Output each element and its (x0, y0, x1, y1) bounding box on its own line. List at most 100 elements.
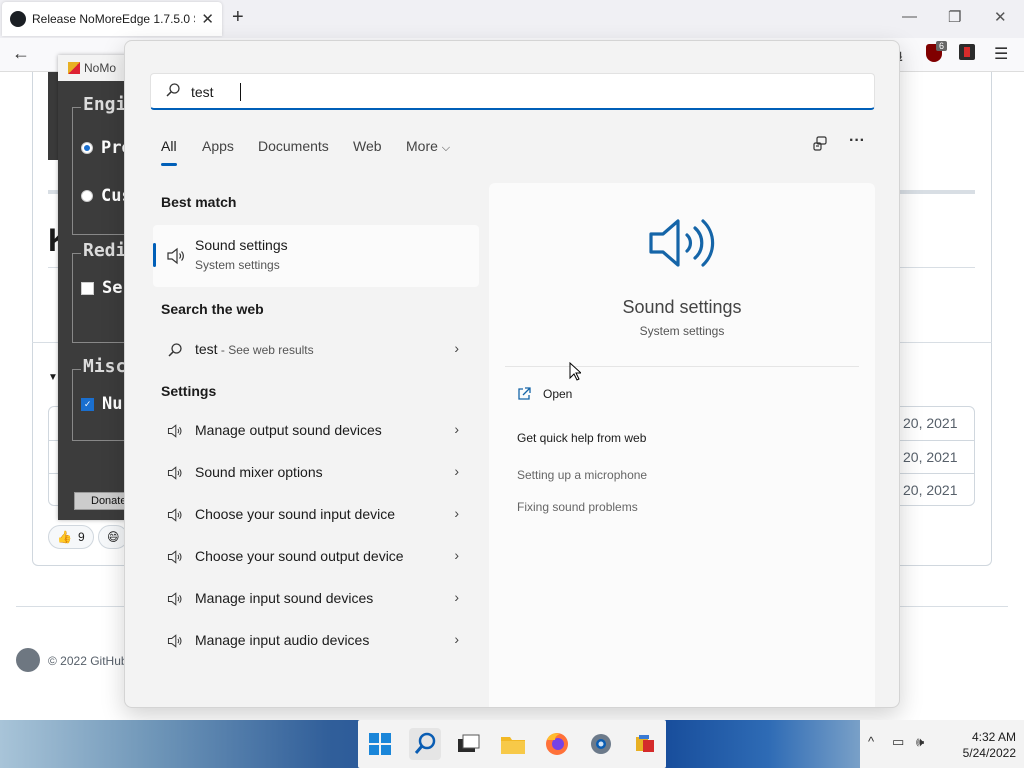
nomoreedge-icon (636, 735, 654, 752)
settings-result-item[interactable]: Manage output sound devices › (153, 411, 479, 451)
tab-all[interactable]: All (161, 138, 177, 154)
active-tab-indicator (161, 163, 177, 166)
settings-heading: Settings (161, 383, 217, 399)
settings-icon (591, 734, 611, 754)
detail-subtitle: System settings (639, 324, 725, 338)
settings-result-label: Sound mixer options (195, 464, 323, 480)
settings-result-item[interactable]: Manage input sound devices › (153, 579, 479, 619)
show-hidden-icons-button[interactable]: ^ (868, 734, 874, 749)
search-input[interactable] (191, 80, 851, 104)
footer-copyright: © 2022 GitHub (48, 654, 128, 668)
volume-icon[interactable]: 🕪 (916, 734, 924, 750)
settings-result-item[interactable]: Choose your sound output device › (153, 537, 479, 577)
settings-result-label: Choose your sound output device (195, 548, 404, 564)
menu-icon[interactable]: ☰ (994, 44, 1008, 64)
speaker-icon (167, 592, 182, 606)
chevron-right-icon: › (454, 505, 459, 521)
group-title: Engi (81, 94, 129, 115)
minimize-button[interactable]: — (902, 8, 917, 25)
chevron-down-icon: ⌵ (441, 142, 451, 154)
chevron-right-icon: › (454, 421, 459, 437)
search-icon (166, 83, 180, 97)
best-match-item[interactable]: Sound settings System settings (153, 225, 479, 287)
text-cursor (240, 83, 241, 101)
asset-date: 20, 2021 (903, 449, 958, 465)
file-explorer-button[interactable] (497, 728, 529, 760)
web-search-result[interactable]: test - See web results › (153, 330, 479, 370)
browser-tab[interactable]: Release NoMoreEdge 1.7.5.0 Si ✕ (2, 2, 222, 36)
chevron-right-icon: › (454, 547, 459, 563)
settings-result-label: Manage input sound devices (195, 590, 374, 606)
chevron-right-icon: › (454, 340, 459, 356)
help-link[interactable]: Fixing sound problems (517, 500, 638, 514)
ublock-badge: 6 (936, 41, 948, 51)
settings-button[interactable] (585, 728, 617, 760)
back-button[interactable]: ← (12, 43, 30, 64)
search-taskbar-button[interactable] (409, 728, 441, 760)
help-link[interactable]: Setting up a microphone (517, 468, 647, 482)
asset-date: 20, 2021 (903, 415, 958, 431)
speaker-icon (167, 424, 182, 438)
open-label: Open (543, 387, 573, 401)
extension-icon[interactable] (959, 44, 975, 60)
network-icon[interactable]: ▭ (892, 734, 904, 750)
option-label: Se (102, 278, 123, 298)
tab-web[interactable]: Web (353, 138, 382, 154)
redirect-checkbox[interactable]: Se (81, 278, 122, 298)
web-result-suffix: - See web results (217, 343, 314, 357)
search-web-heading: Search the web (161, 301, 264, 317)
tab-apps[interactable]: Apps (202, 138, 234, 154)
best-match-subtitle: System settings (195, 258, 280, 272)
quick-help-heading: Get quick help from web (517, 431, 647, 445)
speaker-icon (167, 550, 182, 564)
search-box[interactable] (150, 73, 875, 110)
radio-icon[interactable] (81, 190, 93, 202)
chevron-right-icon: › (454, 463, 459, 479)
detail-title: Sound settings (622, 297, 742, 317)
tab-close-icon[interactable]: ✕ (201, 10, 214, 28)
github-favicon-icon (10, 11, 26, 27)
settings-result-item[interactable]: Sound mixer options › (153, 453, 479, 493)
settings-result-item[interactable]: Manage input audio devices › (153, 621, 479, 661)
misc-checkbox[interactable]: ✓ Nu (81, 394, 122, 414)
firefox-icon (546, 733, 568, 755)
best-match-heading: Best match (161, 194, 237, 210)
assets-toggle-icon[interactable]: ▼ (48, 372, 58, 383)
search-history-icon[interactable] (809, 135, 831, 157)
nomoreedge-title: NoMo (84, 61, 117, 75)
new-tab-button[interactable]: + (232, 6, 244, 29)
nomoreedge-taskbar-button[interactable] (629, 728, 661, 760)
more-options-icon[interactable]: ··· (846, 132, 868, 154)
speaker-icon (167, 508, 182, 522)
close-window-button[interactable]: ✕ (994, 8, 1007, 26)
settings-result-label: Manage input audio devices (195, 632, 370, 648)
start-button[interactable] (364, 728, 396, 760)
nomoreedge-app-icon (68, 62, 80, 74)
tab-more[interactable]: More ⌵ (406, 138, 450, 155)
result-detail-pane: Sound settings System settings Open Get … (489, 183, 875, 707)
speaker-icon (167, 466, 182, 480)
mouse-pointer-icon (569, 362, 581, 381)
search-icon (168, 343, 182, 357)
detail-divider (505, 366, 859, 367)
checkbox-checked-icon[interactable]: ✓ (81, 397, 94, 411)
speaker-icon (167, 634, 182, 648)
task-view-icon (458, 734, 480, 752)
settings-result-item[interactable]: Choose your sound input device › (153, 495, 479, 535)
task-view-button[interactable] (452, 728, 484, 760)
settings-result-label: Choose your sound input device (195, 506, 396, 522)
firefox-button[interactable] (541, 728, 573, 760)
chevron-right-icon: › (454, 631, 459, 647)
tab-documents[interactable]: Documents (258, 138, 329, 154)
group-title: Redi (81, 240, 129, 261)
checkbox-icon[interactable] (81, 281, 94, 295)
radio-checked-icon[interactable] (81, 142, 93, 154)
clock-time: 4:32 AM (971, 730, 1016, 744)
reaction-thumbs-up[interactable]: 👍 9 (48, 525, 94, 549)
restore-button[interactable]: ❐ (948, 8, 961, 26)
thumbs-up-icon: 👍 (57, 530, 72, 544)
clock[interactable]: 4:32 AM 5/24/2022 (946, 729, 1016, 761)
open-action[interactable]: Open (517, 387, 572, 401)
taskbar: ^ ▭ 🕪 4:32 AM 5/24/2022 (0, 720, 1024, 768)
option-label: Nu (102, 394, 123, 414)
